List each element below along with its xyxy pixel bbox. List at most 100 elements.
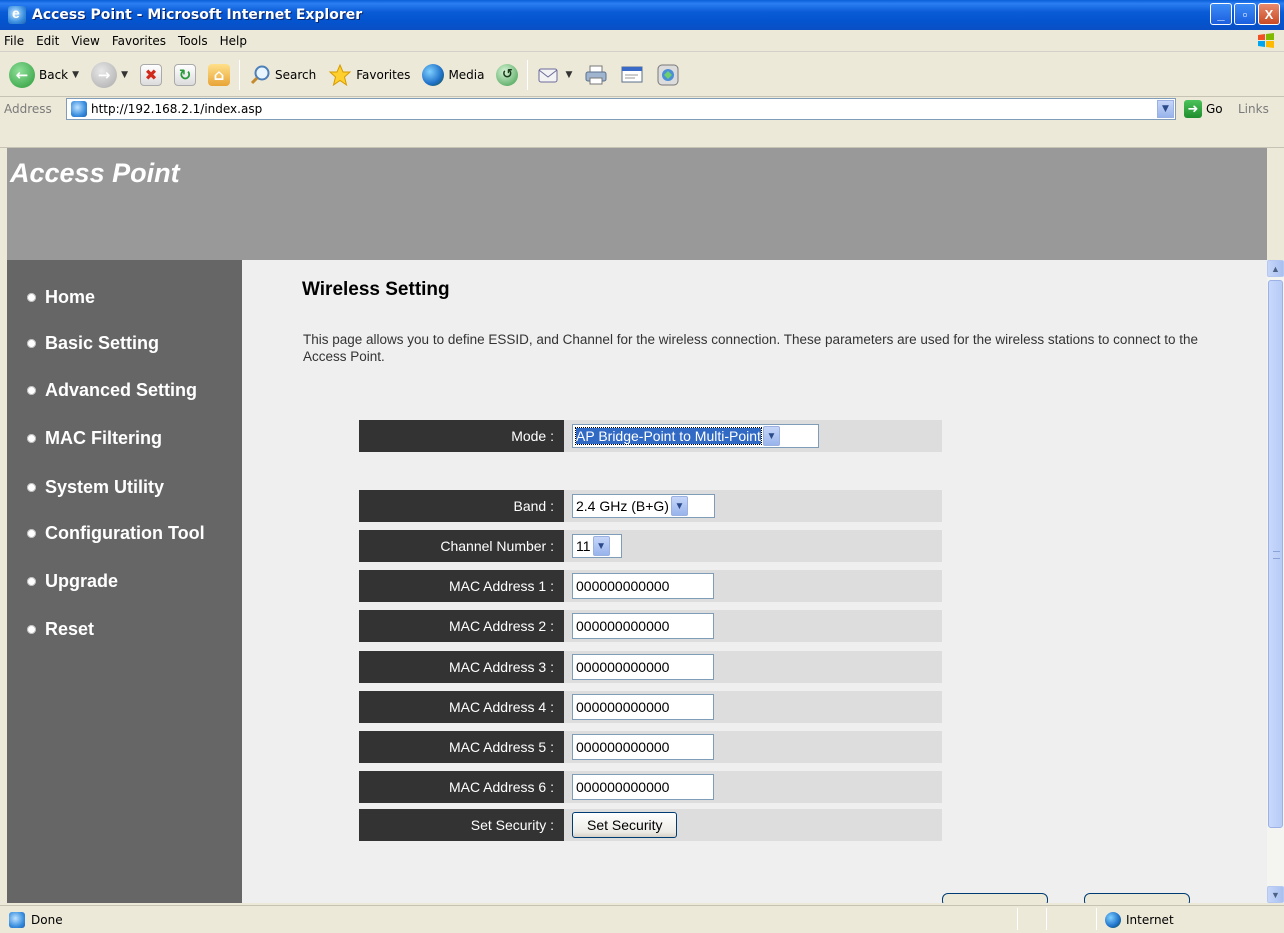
channel-select[interactable]: 11 ▼ [572,534,622,558]
page-banner: Access Point [7,148,1267,260]
mac-address-label: MAC Address 3 : [359,651,564,683]
mac-address-5-input[interactable]: 000000000000 [572,734,714,760]
chevron-down-icon[interactable]: ▼ [762,426,780,446]
nav-advanced-setting[interactable]: Advanced Setting [27,380,197,401]
links-toolbar[interactable]: Links [1238,102,1269,116]
mac-address-label: MAC Address 1 : [359,570,564,602]
sidebar-nav: Home Basic Setting Advanced Setting MAC … [7,260,242,903]
apply-button-partial[interactable] [942,893,1048,903]
restore-button[interactable]: ▫ [1234,3,1256,25]
vertical-scrollbar[interactable]: ▲ ▼ [1267,260,1284,903]
media-button[interactable]: Media [419,58,487,92]
back-dropdown-icon[interactable]: ▼ [72,70,79,80]
history-button[interactable]: ↺ [493,58,521,92]
menu-view[interactable]: View [65,34,105,48]
page-done-icon [9,912,25,928]
mail-button[interactable]: ▼ [534,58,575,92]
history-icon: ↺ [496,63,519,86]
mail-dropdown-icon[interactable]: ▼ [565,70,572,80]
address-label: Address [4,102,52,116]
nav-reset[interactable]: Reset [27,619,94,640]
mac-address-6-input[interactable]: 000000000000 [572,774,714,800]
chevron-down-icon[interactable]: ▼ [592,536,610,556]
nav-upgrade[interactable]: Upgrade [27,571,118,592]
refresh-button[interactable]: ↻ [171,58,199,92]
mode-field: AP Bridge-Point to Multi-Point ▼ [572,424,819,448]
menu-file[interactable]: File [0,34,30,48]
mac-address-3-input[interactable]: 000000000000 [572,654,714,680]
mac-address-row: MAC Address 3 : 000000000000 [359,651,942,683]
messenger-button[interactable] [653,58,683,92]
status-text: Done [31,913,63,927]
address-url: http://192.168.2.1/index.asp [91,102,263,116]
scroll-up-icon[interactable]: ▲ [1267,260,1284,277]
chevron-down-icon[interactable]: ▼ [670,496,688,516]
zone-text: Internet [1126,913,1174,927]
close-button[interactable]: X [1258,3,1280,25]
mac-address-field: 000000000000 [572,613,714,639]
back-arrow-icon: ← [9,61,35,88]
search-button[interactable]: Search [246,58,319,92]
security-field: Set Security [572,812,678,838]
mac-address-row: MAC Address 1 : 000000000000 [359,570,942,602]
home-button[interactable]: ⌂ [205,58,233,92]
scroll-thumb[interactable] [1268,280,1283,828]
stop-button[interactable]: ✖ [137,58,165,92]
mac-address-2-input[interactable]: 000000000000 [572,613,714,639]
mac-address-4-input[interactable]: 000000000000 [572,694,714,720]
mac-address-field: 000000000000 [572,694,714,720]
menu-help[interactable]: Help [214,34,253,48]
bullet-icon [27,483,36,492]
nav-label: MAC Filtering [45,428,162,448]
refresh-icon: ↻ [173,63,196,86]
band-label: Band : [359,490,564,522]
home-icon: ⌂ [207,63,230,86]
bullet-icon [27,529,36,538]
window-title: Access Point - Microsoft Internet Explor… [32,7,363,23]
set-security-button[interactable]: Set Security [572,812,678,838]
bullet-icon [27,386,36,395]
menu-edit[interactable]: Edit [30,34,65,48]
address-input[interactable]: http://192.168.2.1/index.asp ▼ [66,98,1176,120]
main-content: Wireless Setting This page allows you to… [242,260,1267,903]
mac-address-1-input[interactable]: 000000000000 [572,573,714,599]
edit-page-icon [621,66,643,82]
address-dropdown-icon[interactable]: ▼ [1157,100,1174,118]
forward-dropdown-icon[interactable]: ▼ [121,70,128,80]
print-button[interactable] [581,58,611,92]
nav-system-utility[interactable]: System Utility [27,477,164,498]
mac-address-field: 000000000000 [572,734,714,760]
mac-address-row: MAC Address 5 : 000000000000 [359,731,942,763]
mac-address-row: MAC Address 6 : 000000000000 [359,771,942,803]
address-bar: Address http://192.168.2.1/index.asp ▼ ➜… [0,98,1284,148]
nav-home[interactable]: Home [27,287,95,308]
menu-bar: File Edit View Favorites Tools Help [0,30,1284,52]
mode-select[interactable]: AP Bridge-Point to Multi-Point ▼ [572,424,819,448]
go-button[interactable]: ➜ Go [1184,100,1223,118]
band-select[interactable]: 2.4 GHz (B+G) ▼ [572,494,715,518]
nav-label: Home [45,287,96,307]
band-value: 2.4 GHz (B+G) [576,498,669,514]
back-label: Back [39,67,69,82]
status-divider [1096,908,1097,930]
status-bar: Done Internet [0,905,1284,933]
nav-configuration-tool[interactable]: Configuration Tool [27,523,205,544]
media-icon [422,63,445,86]
go-label: Go [1206,102,1223,116]
edit-button[interactable] [617,58,647,92]
nav-basic-setting[interactable]: Basic Setting [27,333,159,354]
grip-icon [1273,551,1280,559]
mail-icon [538,68,558,82]
nav-mac-filtering[interactable]: MAC Filtering [27,428,162,449]
cancel-button-partial[interactable] [1084,893,1190,903]
bullet-icon [27,577,36,586]
forward-button[interactable]: → ▼ [88,58,131,92]
menu-favorites[interactable]: Favorites [106,34,172,48]
favorites-button[interactable]: Favorites [325,58,413,92]
page-icon [71,101,87,117]
minimize-button[interactable]: _ [1210,3,1232,25]
star-icon [328,63,352,86]
menu-tools[interactable]: Tools [172,34,214,48]
back-button[interactable]: ← Back ▼ [6,58,82,92]
scroll-down-icon[interactable]: ▼ [1267,886,1284,903]
